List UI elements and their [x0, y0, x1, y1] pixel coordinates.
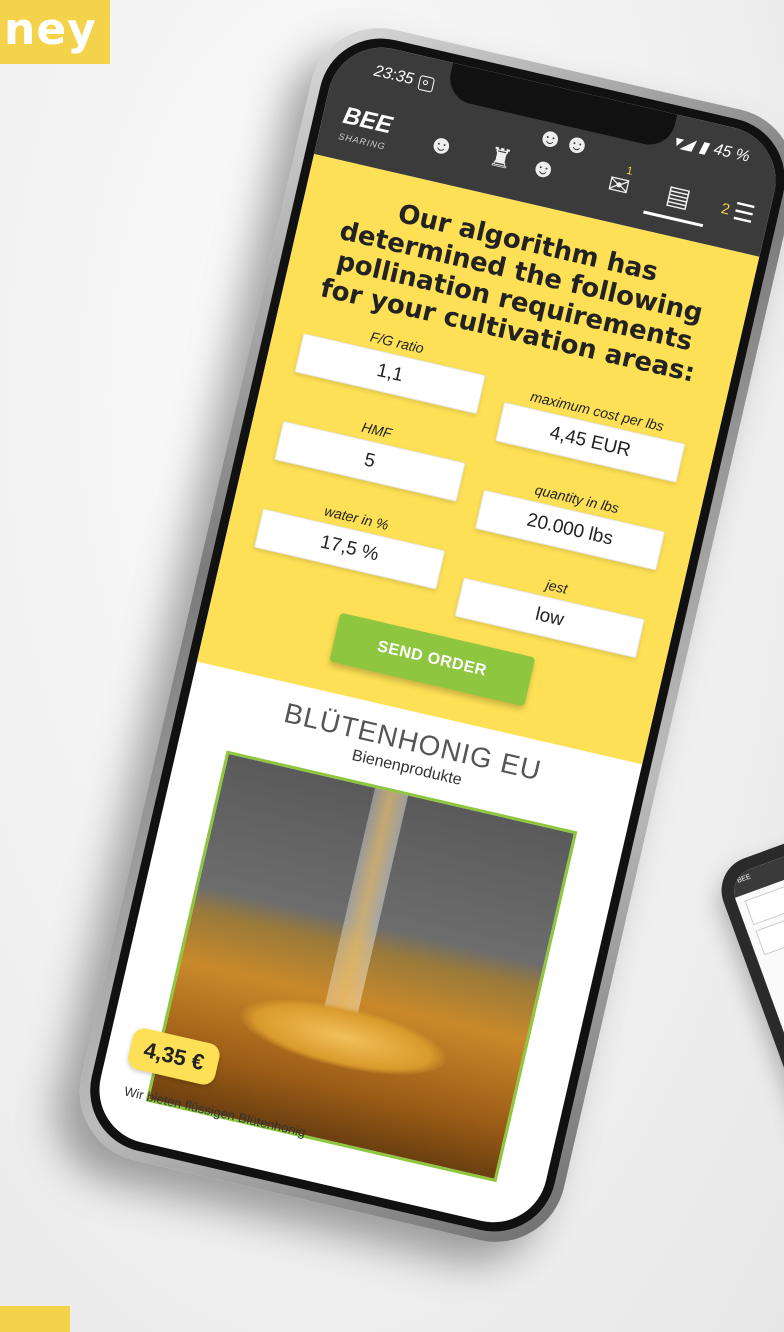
hamburger-icon: ☰: [730, 198, 758, 230]
instagram-icon: [417, 74, 436, 93]
shop-icon: ▤: [663, 178, 694, 214]
smartphone: 23:35 ▾◢ ▮ 45 % BEE SHARING ☻ ♜ ☻☻☻ ✉ 1 …: [65, 14, 784, 1256]
order-form: Our algorithm has determined the followi…: [196, 153, 760, 764]
corner-tab: [0, 1306, 70, 1332]
quantity-field: quantity in lbs 20.000 lbs: [474, 470, 669, 571]
battery-level: 45 %: [711, 140, 752, 166]
menu-button[interactable]: 2 ☰: [703, 191, 758, 238]
nav-shop[interactable]: ▤: [643, 170, 713, 228]
tablet-logo: BEE: [736, 873, 752, 885]
honey-drip: [318, 787, 408, 1039]
phone-bezel: 23:35 ▾◢ ▮ 45 % BEE SHARING ☻ ♜ ☻☻☻ ✉ 1 …: [77, 26, 784, 1244]
signal-icon: ▾◢: [671, 132, 696, 154]
farmer-icon: ☻: [425, 126, 459, 163]
app-logo[interactable]: BEE SHARING: [337, 102, 403, 156]
nav-group[interactable]: ☻☻☻: [525, 120, 594, 200]
page-banner: ney: [0, 0, 110, 64]
max-cost-field: maximum cost per lbs 4,45 EUR: [494, 382, 690, 483]
battery-icon: ▮: [697, 138, 710, 158]
phone-screen: 23:35 ▾◢ ▮ 45 % BEE SHARING ☻ ♜ ☻☻☻ ✉ 1 …: [88, 36, 784, 1234]
chat-badge: 1: [625, 164, 634, 178]
nav-beekeeper[interactable]: ♜: [466, 130, 535, 187]
background-tablet: BEE: [712, 781, 784, 1272]
status-time: 23:35: [372, 62, 416, 89]
tablet-screen: BEE: [727, 788, 784, 1272]
beekeeper-icon: ♜: [486, 140, 516, 176]
nav-farmer[interactable]: ☻: [407, 116, 476, 173]
nav-chat[interactable]: ✉ 1: [584, 157, 653, 214]
jest-field: jest low: [454, 557, 649, 658]
tablet-header: BEE: [727, 788, 784, 898]
menu-count: 2: [719, 200, 732, 219]
